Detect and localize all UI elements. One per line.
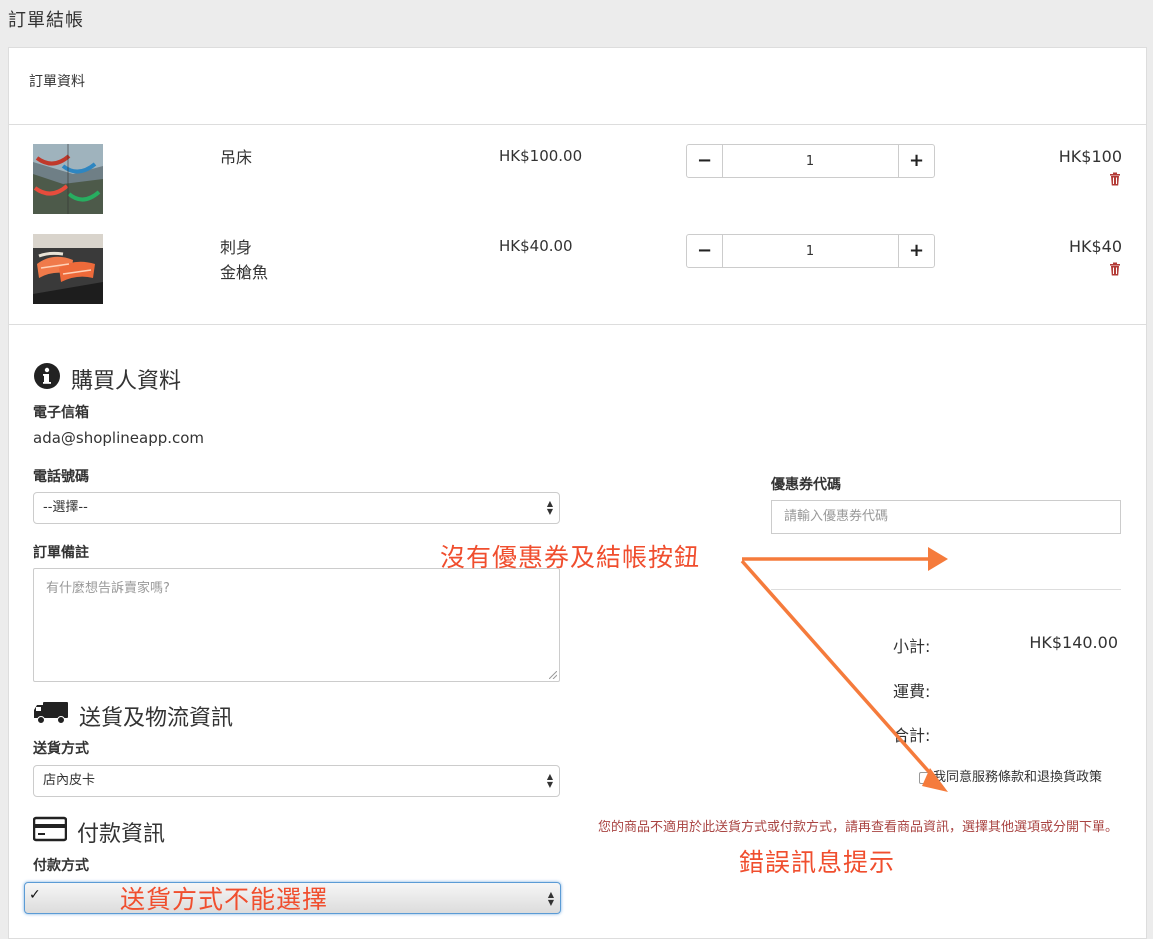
item-price: HK$40.00 xyxy=(499,237,573,255)
delivery-method-label: 送貨方式 xyxy=(33,741,89,757)
phone-select[interactable]: --選擇-- ▲ ▼ xyxy=(33,492,560,524)
phone-select-value: --選擇-- xyxy=(43,500,88,515)
annotation-cannot-select-delivery: 送貨方式不能選擇 xyxy=(120,885,329,914)
terms-checkbox[interactable] xyxy=(919,771,931,784)
decrease-quantity-button[interactable]: − xyxy=(687,235,723,267)
select-caret-icon: ▲ ▼ xyxy=(546,772,553,789)
select-caret-icon: ▲ ▼ xyxy=(547,890,554,907)
summary-divider xyxy=(771,589,1121,590)
page-title: 訂單結帳 xyxy=(8,10,84,31)
subtotal-value: HK$140.00 xyxy=(1029,633,1118,652)
item-name[interactable]: 刺身 xyxy=(220,237,252,259)
item-price: HK$100.00 xyxy=(499,147,583,165)
payment-method-value: ✓ xyxy=(29,887,41,903)
payment-heading: 付款資訊 xyxy=(32,816,166,848)
buyer-info-title: 購買人資料 xyxy=(71,369,182,394)
item-variant: 金槍魚 xyxy=(220,263,269,282)
order-section-title: 訂單資料 xyxy=(29,74,85,90)
decrease-quantity-button[interactable]: − xyxy=(687,145,723,177)
phone-label: 電話號碼 xyxy=(33,469,89,485)
terms-text: 我同意服務條款和退換貨政策 xyxy=(933,770,1103,785)
sashimi-thumbnail[interactable] xyxy=(33,234,103,304)
buyer-info-heading: 購買人資料 xyxy=(33,362,181,396)
payment-method-label: 付款方式 xyxy=(33,858,89,874)
delivery-title: 送貨及物流資訊 xyxy=(79,706,234,731)
subtotal-label: 小計: xyxy=(893,637,931,656)
email-label: 電子信箱 xyxy=(33,405,89,421)
quantity-stepper: − + xyxy=(686,234,935,268)
quantity-input[interactable] xyxy=(723,235,897,267)
shipping-label: 運費: xyxy=(893,682,931,701)
item-total: HK$100 xyxy=(1058,147,1122,166)
annotation-error-hint: 錯誤訊息提示 xyxy=(739,848,896,877)
quantity-stepper: − + xyxy=(686,144,935,178)
info-icon xyxy=(33,362,61,396)
error-message: 您的商品不適用於此送貨方式或付款方式，請再查看商品資訊，選擇其他選項或分開下單。 xyxy=(598,820,1119,835)
trash-icon[interactable] xyxy=(1108,262,1122,276)
section-divider xyxy=(9,324,1146,325)
order-note-placeholder: 有什麼想告訴賣家嗎? xyxy=(46,581,170,596)
annotation-no-coupon-checkout: 沒有優惠券及結帳按鈕 xyxy=(440,543,701,572)
quantity-input[interactable] xyxy=(723,145,897,177)
item-name[interactable]: 吊床 xyxy=(220,147,252,169)
checkout-panel: 訂單資料 吊床 HK$100.00 − + HK$100 xyxy=(8,47,1147,939)
coupon-label: 優惠券代碼 xyxy=(771,477,841,493)
coupon-placeholder: 請輸入優惠券代碼 xyxy=(784,509,889,524)
delivery-method-value: 店內皮卡 xyxy=(43,773,96,788)
truck-icon xyxy=(33,700,69,732)
hammock-thumbnail[interactable] xyxy=(33,144,103,214)
total-label: 合計: xyxy=(893,726,931,745)
payment-title: 付款資訊 xyxy=(77,822,166,847)
trash-icon[interactable] xyxy=(1108,172,1122,186)
item-total: HK$40 xyxy=(1068,237,1122,256)
credit-card-icon xyxy=(32,816,68,848)
order-note-textarea[interactable]: 有什麼想告訴賣家嗎? xyxy=(33,568,560,682)
cart-item-row: 刺身 金槍魚 HK$40.00 − + HK$40 xyxy=(9,234,1146,324)
order-note-label: 訂單備註 xyxy=(33,545,89,561)
delivery-heading: 送貨及物流資訊 xyxy=(33,700,233,732)
email-value: ada@shoplineapp.com xyxy=(33,429,205,447)
order-section-header: 訂單資料 xyxy=(9,48,1146,125)
increase-quantity-button[interactable]: + xyxy=(898,235,934,267)
resize-grip-icon[interactable] xyxy=(549,671,557,679)
coupon-input[interactable]: 請輸入優惠券代碼 xyxy=(771,500,1121,534)
terms-agreement[interactable]: 我同意服務條款和退換貨政策 xyxy=(919,766,1102,785)
delivery-method-select[interactable]: 店內皮卡 ▲ ▼ xyxy=(33,765,560,797)
select-caret-icon: ▲ ▼ xyxy=(546,499,553,516)
increase-quantity-button[interactable]: + xyxy=(898,145,934,177)
cart-item-row: 吊床 HK$100.00 − + HK$100 xyxy=(9,144,1146,234)
